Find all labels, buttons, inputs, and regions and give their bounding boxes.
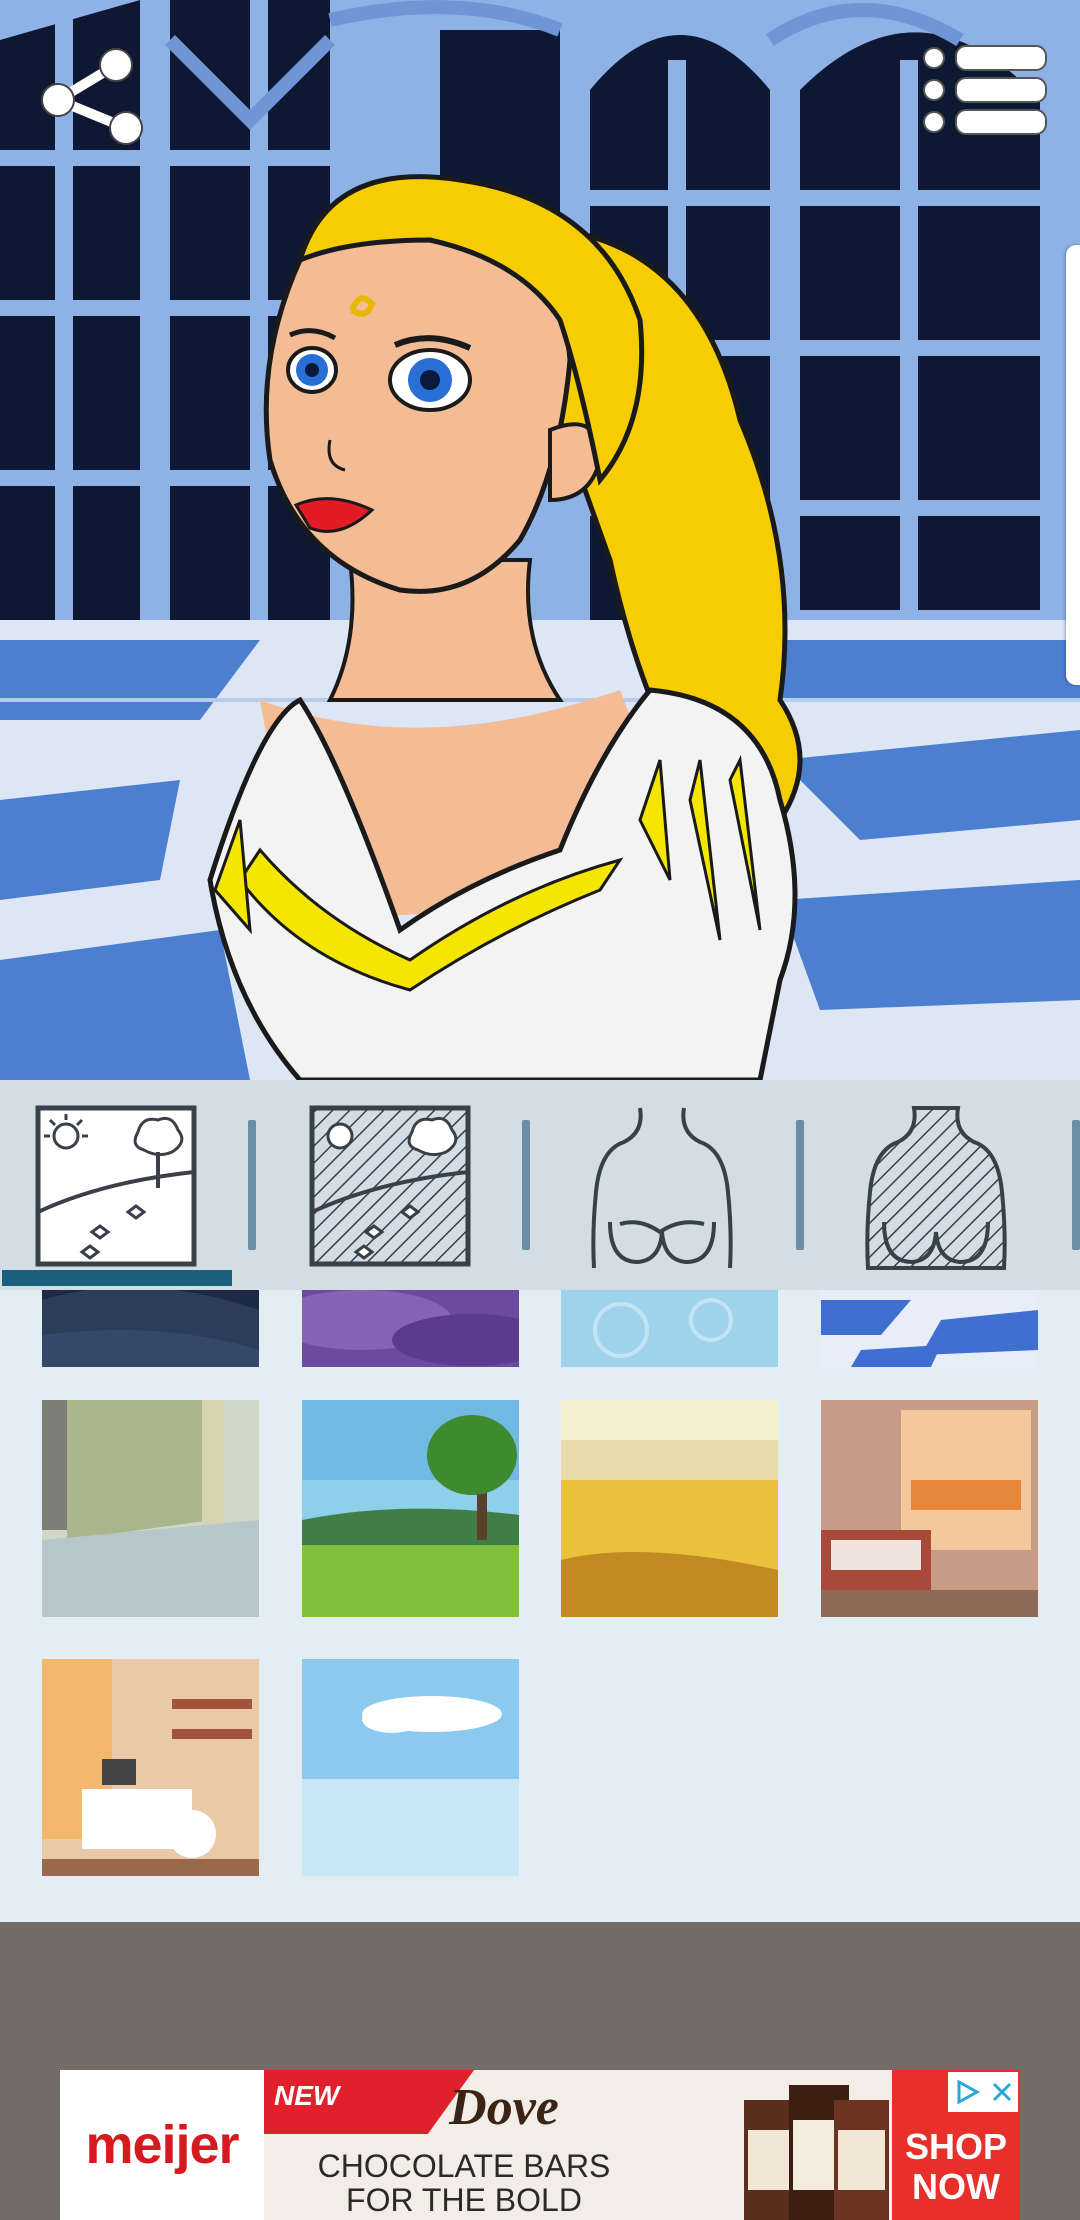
ad-close-icon[interactable] xyxy=(990,2080,1014,2104)
share-icon xyxy=(41,48,143,145)
tab-separator xyxy=(522,1120,530,1250)
thumbnail-stone-wall[interactable] xyxy=(42,1400,259,1617)
tab-background-color[interactable] xyxy=(306,1102,474,1272)
character-canvas[interactable] xyxy=(0,0,1080,1080)
ad-product-image xyxy=(744,2085,889,2220)
thumbnail-blue-sky[interactable] xyxy=(302,1659,519,1876)
thumbnail-bedroom-sunset[interactable] xyxy=(821,1400,1038,1617)
thumbnail-kids-room[interactable] xyxy=(42,1659,259,1876)
torso-shaded-icon xyxy=(865,1106,1007,1270)
thumbnail-desert[interactable] xyxy=(561,1400,778,1617)
ad-shop-now-button[interactable]: SHOP NOW xyxy=(892,2070,1020,2220)
category-tab-bar xyxy=(0,1080,1080,1290)
ad-banner[interactable]: meijer NEW Dove CHOCOLATE BARS FOR THE B… xyxy=(60,2070,1020,2220)
character-scene xyxy=(0,0,1080,1080)
tab-separator xyxy=(1072,1120,1080,1250)
share-button[interactable] xyxy=(36,40,156,150)
ad-choices-icon[interactable] xyxy=(953,2078,981,2106)
landscape-icon xyxy=(35,1105,197,1267)
ad-product-logo: Dove xyxy=(449,2079,559,2136)
ad-headline-line1: CHOCOLATE BARS xyxy=(317,2148,611,2184)
tab-body[interactable] xyxy=(580,1102,748,1272)
thumbnail-light-blue-pattern[interactable] xyxy=(561,1290,778,1367)
ad-choices-controls xyxy=(948,2072,1018,2112)
selected-tab-indicator xyxy=(2,1270,232,1286)
tab-body-color[interactable] xyxy=(854,1102,1022,1272)
background-thumbnail-grid[interactable] xyxy=(0,1290,1080,1922)
thumbnail-meadow-tree[interactable] xyxy=(302,1400,519,1617)
thumbnail-night-field[interactable] xyxy=(42,1290,259,1367)
tab-separator xyxy=(248,1120,256,1250)
thumbnail-checkered-floor[interactable] xyxy=(821,1290,1038,1367)
ad-brand-logo: meijer xyxy=(60,2070,264,2220)
menu-button[interactable] xyxy=(918,40,1052,144)
list-menu-icon xyxy=(923,45,1047,135)
tab-separator xyxy=(796,1120,804,1250)
thumbnail-purple-clouds[interactable] xyxy=(302,1290,519,1367)
tab-background[interactable] xyxy=(32,1102,200,1272)
side-drawer-handle[interactable] xyxy=(1066,245,1080,685)
ad-content: NEW Dove CHOCOLATE BARS FOR THE BOLD xyxy=(264,2070,892,2220)
ad-headline-line2: FOR THE BOLD xyxy=(346,2182,582,2218)
landscape-shaded-icon xyxy=(309,1105,471,1267)
torso-icon xyxy=(591,1107,733,1269)
